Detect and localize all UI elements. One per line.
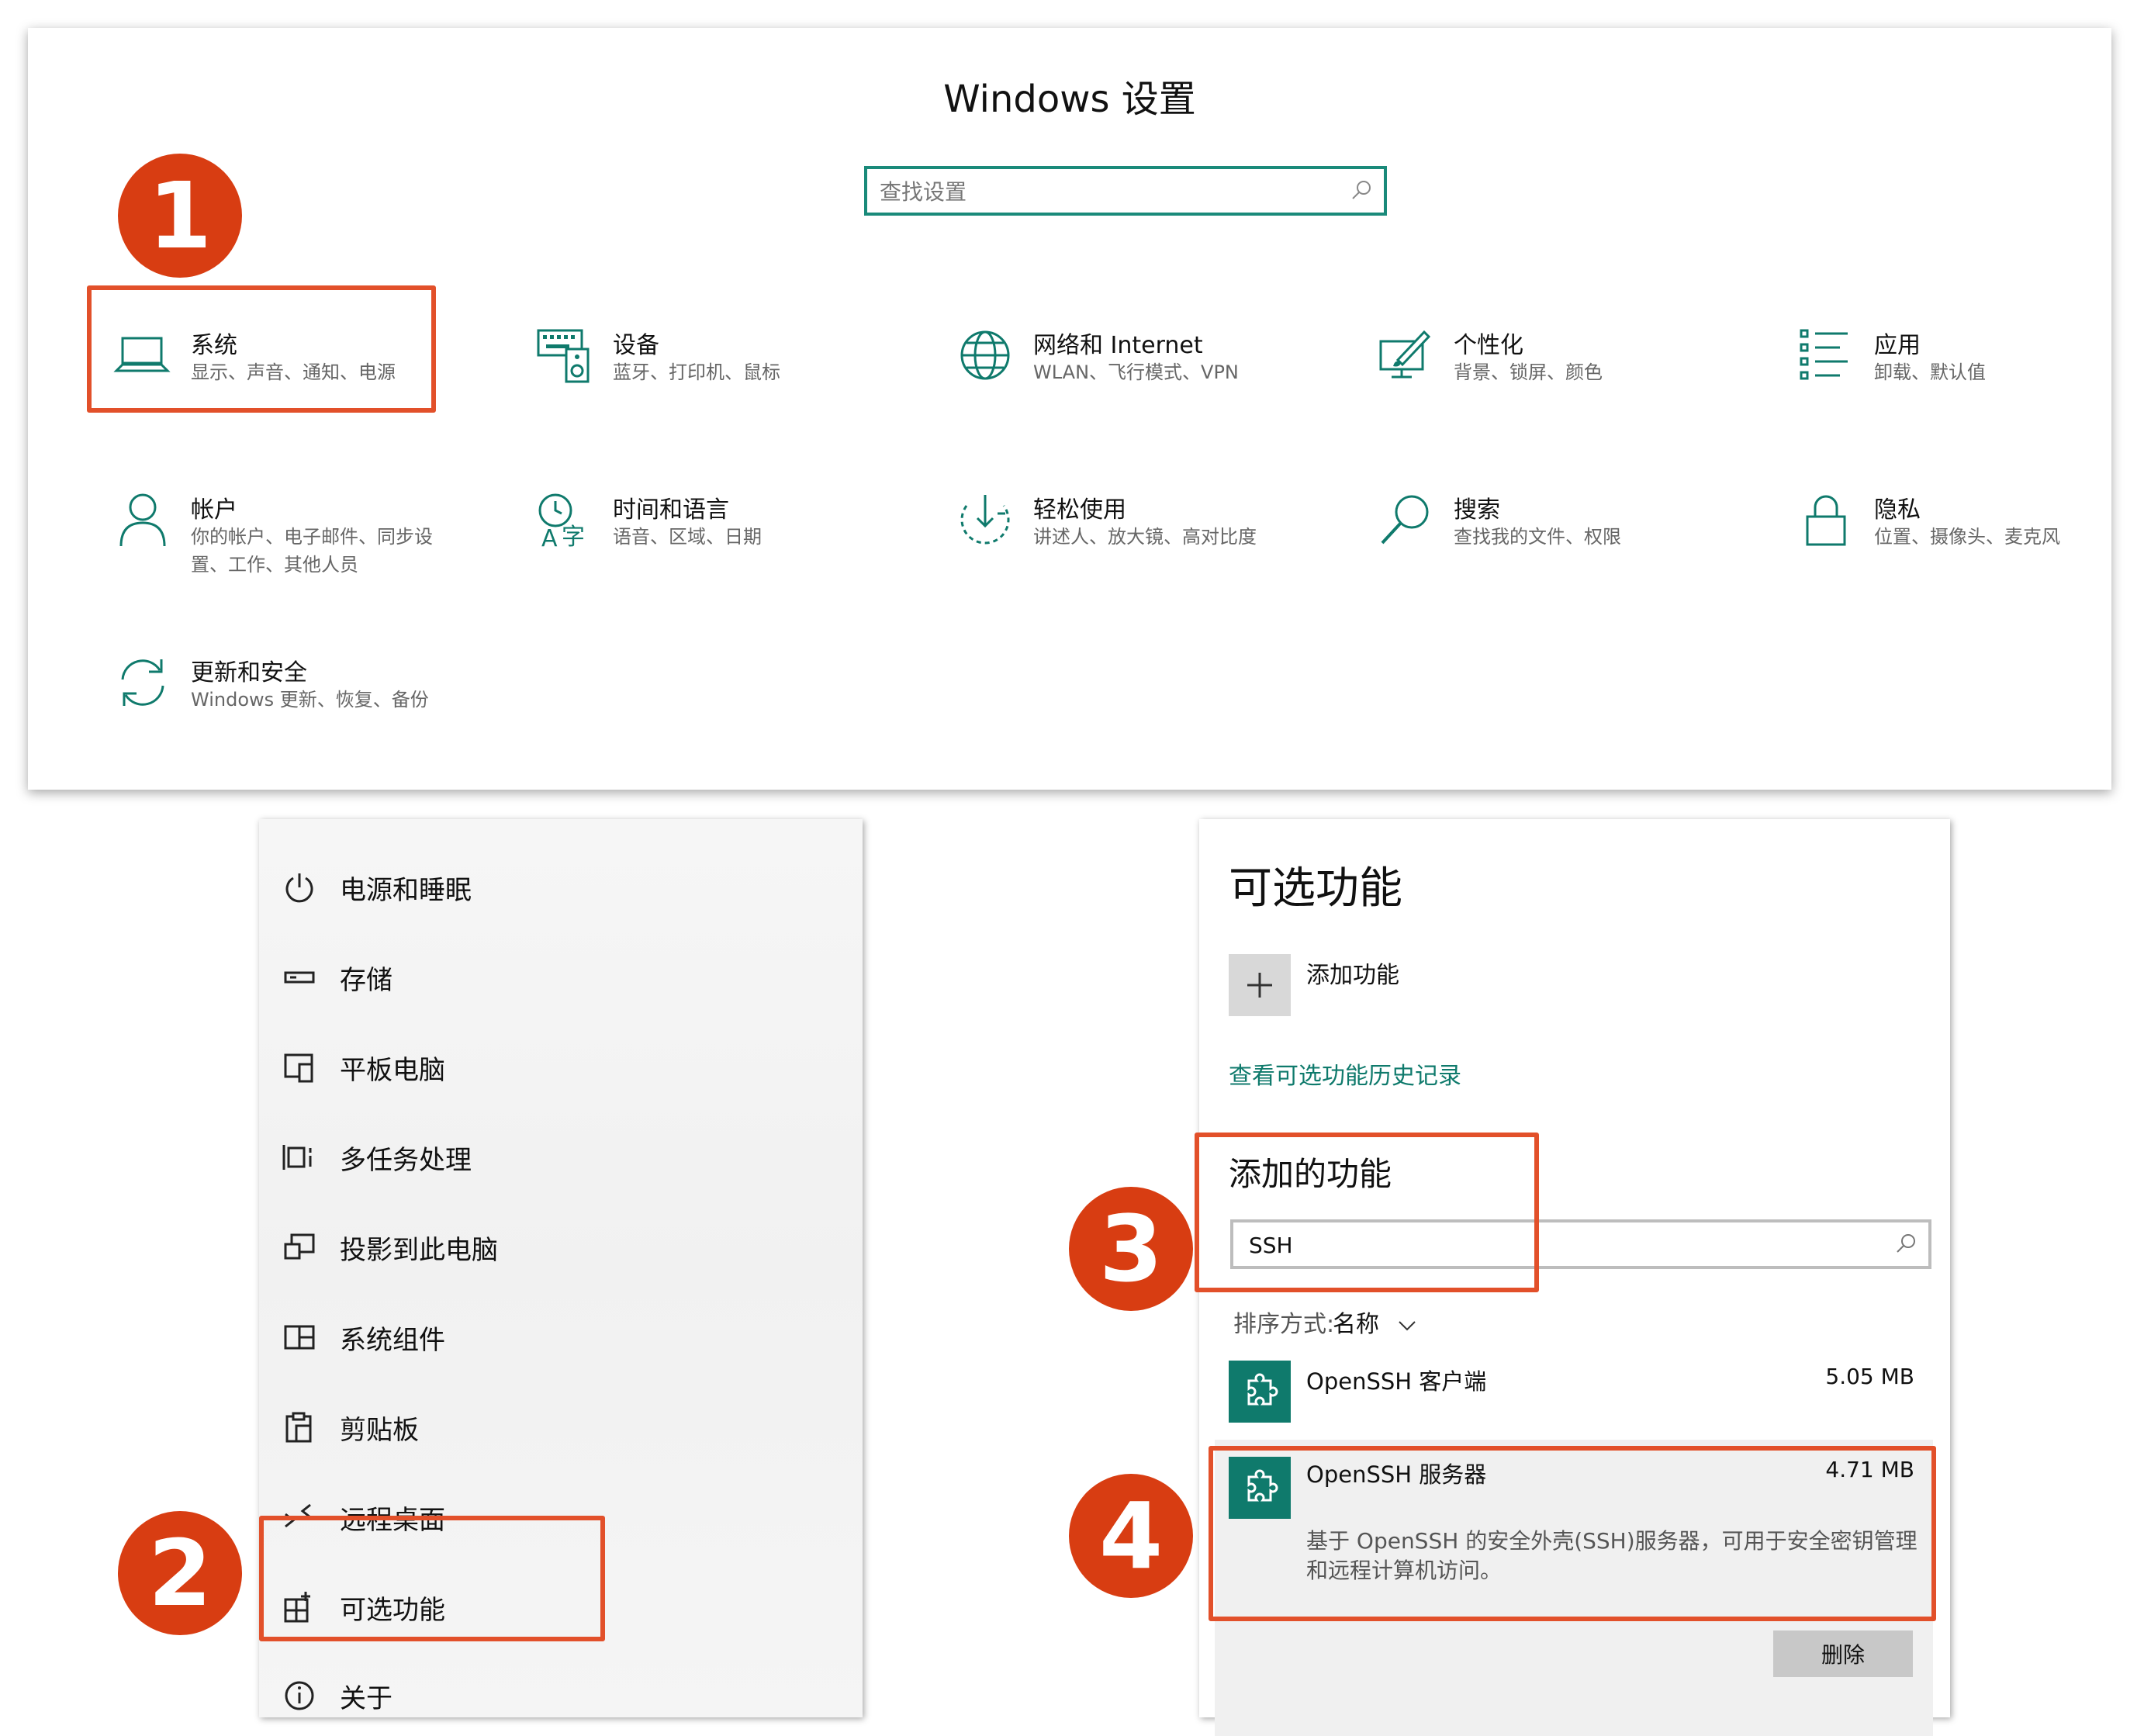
- tile-apps[interactable]: 应用 卸载、默认值: [1796, 326, 2144, 427]
- nav-item-power-sleep[interactable]: 电源和睡眠: [282, 858, 825, 920]
- nav-item-label: 系统组件: [340, 1325, 445, 1356]
- tile-update-security[interactable]: 更新和安全 Windows 更新、恢复、备份: [113, 653, 486, 754]
- tile-accounts[interactable]: 帐户 你的帐户、电子邮件、同步设置、工作、其他人员: [113, 490, 486, 591]
- tile-subtitle: 查找我的文件、权限: [1454, 526, 1621, 548]
- tile-title: 网络和 Internet: [1033, 332, 1203, 359]
- nav-item-label: 存储: [340, 965, 392, 996]
- tile-ease-of-access[interactable]: 轻松使用 讲述人、放大镜、高对比度: [956, 490, 1328, 591]
- feature-row-openssh-client[interactable]: OpenSSH 客户端 5.05 MB: [1215, 1343, 1933, 1429]
- ease-of-access-icon: [960, 495, 1010, 545]
- tile-title: 时间和语言: [613, 496, 729, 524]
- feature-name: OpenSSH 客户端: [1306, 1368, 1487, 1395]
- tile-subtitle: 语音、区域、日期: [613, 526, 762, 548]
- tile-subtitle: 蓝牙、打印机、鼠标: [613, 361, 780, 383]
- highlight-optional-features: [259, 1516, 605, 1641]
- nav-item-about[interactable]: 关于: [282, 1666, 825, 1728]
- tile-time-language[interactable]: A 字 时间和语言 语音、区域、日期: [535, 490, 908, 591]
- components-icon: [284, 1325, 315, 1350]
- highlight-system-tile: [87, 285, 436, 413]
- add-feature-label[interactable]: 添加功能: [1306, 956, 1399, 990]
- tile-title: 轻松使用: [1033, 496, 1126, 524]
- svg-text:A: A: [541, 525, 558, 549]
- tile-title: 设备: [613, 332, 659, 359]
- tile-subtitle: Windows 更新、恢复、备份: [191, 689, 429, 711]
- nav-item-components[interactable]: 系统组件: [282, 1308, 825, 1370]
- sort-value: 名称: [1333, 1311, 1379, 1338]
- sort-label: 排序方式:: [1233, 1311, 1335, 1338]
- chevron-down-icon: [1398, 1320, 1416, 1330]
- tile-subtitle: 卸载、默认值: [1874, 361, 1986, 383]
- clipboard-icon: [285, 1412, 312, 1443]
- nav-item-tablet[interactable]: 平板电脑: [282, 1038, 825, 1100]
- tile-title: 帐户: [191, 496, 237, 524]
- multitask-icon: [282, 1145, 312, 1170]
- tile-subtitle: 位置、摄像头、麦克风: [1874, 526, 2060, 548]
- tile-title: 更新和安全: [191, 659, 307, 686]
- feature-size: 5.05 MB: [1825, 1364, 1914, 1389]
- tile-title: 隐私: [1874, 496, 1921, 524]
- page-title: Windows 设置: [943, 78, 1196, 121]
- nav-item-label: 投影到此电脑: [340, 1235, 498, 1266]
- delete-feature-button[interactable]: 删除: [1773, 1631, 1913, 1677]
- person-icon: [119, 493, 166, 547]
- tile-devices[interactable]: 设备 蓝牙、打印机、鼠标: [535, 326, 908, 427]
- paint-monitor-icon: [1379, 330, 1431, 379]
- keyboard-speaker-icon: [537, 329, 590, 383]
- search-icon: [1352, 181, 1371, 199]
- tile-subtitle: 你的帐户、电子邮件、同步设置、工作、其他人员: [191, 526, 433, 576]
- tile-title: 应用: [1874, 332, 1921, 359]
- tile-network[interactable]: 网络和 Internet WLAN、飞行模式、VPN: [956, 326, 1328, 427]
- power-icon: [285, 873, 313, 903]
- settings-search-input[interactable]: [878, 174, 1347, 209]
- sync-icon: [121, 659, 164, 706]
- tile-search[interactable]: 搜索 查找我的文件、权限: [1376, 490, 1748, 591]
- svg-text:字: 字: [562, 524, 585, 549]
- app-list-icon: [1800, 329, 1848, 380]
- storage-icon: [284, 971, 315, 984]
- settings-search-box[interactable]: [864, 166, 1387, 216]
- nav-item-label: 电源和睡眠: [340, 875, 472, 906]
- puzzle-icon: [1247, 1373, 1278, 1406]
- tile-personalization[interactable]: 个性化 背景、锁屏、颜色: [1376, 326, 1748, 427]
- tile-title: 搜索: [1454, 496, 1500, 524]
- step-badge-1: 1: [118, 154, 242, 278]
- highlight-openssh-server: [1209, 1446, 1936, 1621]
- info-icon: [285, 1681, 314, 1710]
- plus-icon: [1247, 973, 1272, 998]
- highlight-feature-search: [1195, 1133, 1539, 1292]
- tile-privacy[interactable]: 隐私 位置、摄像头、麦克风: [1796, 490, 2144, 591]
- step-badge-3: 3: [1069, 1187, 1193, 1311]
- lock-icon: [1806, 495, 1846, 546]
- project-icon: [284, 1233, 315, 1260]
- sort-dropdown[interactable]: 名称: [1333, 1305, 1416, 1339]
- tile-title: 个性化: [1454, 332, 1523, 359]
- nav-item-label: 平板电脑: [340, 1055, 445, 1086]
- globe-icon: [960, 330, 1010, 380]
- search-icon: [1381, 495, 1429, 545]
- search-icon: [1897, 1234, 1915, 1253]
- nav-item-storage[interactable]: 存储: [282, 948, 825, 1010]
- tablet-icon: [284, 1053, 313, 1083]
- feature-icon: [1229, 1361, 1291, 1423]
- time-language-icon: A 字: [538, 493, 585, 549]
- nav-item-label: 多任务处理: [340, 1145, 472, 1176]
- nav-item-clipboard[interactable]: 剪贴板: [282, 1398, 825, 1460]
- page-title: 可选功能: [1229, 863, 1402, 914]
- tile-subtitle: WLAN、飞行模式、VPN: [1033, 361, 1239, 383]
- tile-subtitle: 讲述人、放大镜、高对比度: [1033, 526, 1257, 548]
- nav-item-project[interactable]: 投影到此电脑: [282, 1218, 825, 1280]
- nav-item-label: 剪贴板: [340, 1415, 419, 1446]
- step-badge-2: 2: [118, 1511, 242, 1635]
- add-feature-button[interactable]: [1229, 954, 1291, 1016]
- nav-item-multitask[interactable]: 多任务处理: [282, 1128, 825, 1190]
- nav-item-label: 关于: [340, 1683, 392, 1714]
- feature-history-link[interactable]: 查看可选功能历史记录: [1229, 1056, 1461, 1091]
- tile-subtitle: 背景、锁屏、颜色: [1454, 361, 1603, 383]
- step-badge-4: 4: [1069, 1474, 1193, 1598]
